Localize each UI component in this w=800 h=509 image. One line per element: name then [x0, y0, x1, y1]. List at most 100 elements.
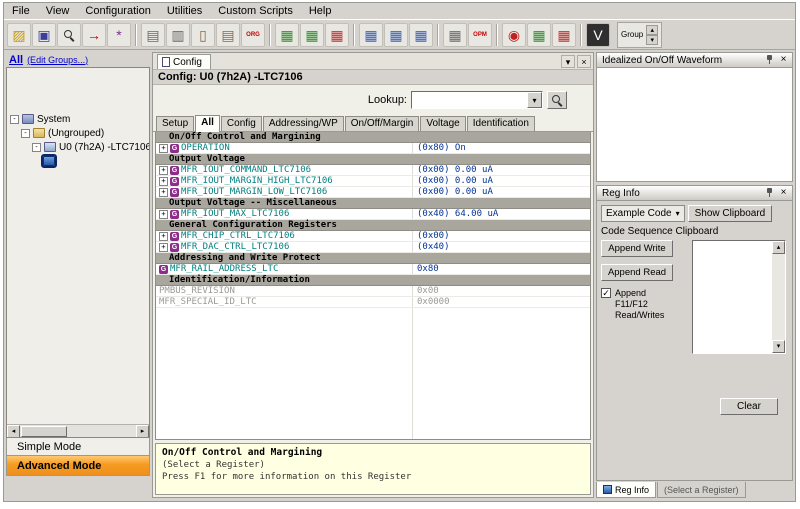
- pin-icon[interactable]: [765, 187, 774, 199]
- scroll-left-icon[interactable]: ◂: [7, 425, 20, 438]
- register-row-operation[interactable]: +GOPERATION(0x80) On: [156, 143, 590, 154]
- lookup-dropdown-icon[interactable]: ▾: [527, 92, 542, 108]
- clear-button[interactable]: Clear: [720, 398, 778, 415]
- expand-icon[interactable]: +: [159, 232, 168, 241]
- tab-setup[interactable]: Setup: [156, 116, 194, 131]
- code-sequence-listbox[interactable]: ▴ ▾: [692, 240, 786, 354]
- copy-icon[interactable]: ▥: [166, 23, 190, 47]
- expand-icon[interactable]: +: [159, 177, 168, 186]
- clipboard-icon[interactable]: ▤: [216, 23, 240, 47]
- tree-expander-icon[interactable]: -: [21, 129, 30, 138]
- register-row-mfr-iout-margin-low-ltc7106[interactable]: +GMFR_IOUT_MARGIN_LOW_LTC7106(0x00) 0.00…: [156, 187, 590, 198]
- vertical-logo-icon[interactable]: V: [586, 23, 610, 47]
- append-f-checkbox[interactable]: ✓: [601, 288, 611, 298]
- tree-node-system[interactable]: -System: [7, 112, 149, 126]
- import-icon[interactable]: →: [82, 23, 106, 47]
- append-write-button[interactable]: Append Write: [601, 240, 673, 257]
- tab-config-document[interactable]: Config: [157, 54, 211, 69]
- opm-icon[interactable]: OPM: [468, 23, 492, 47]
- tree-node-ungrouped[interactable]: -(Ungrouped): [7, 126, 149, 140]
- spin-up-icon[interactable]: ▴: [646, 25, 658, 35]
- register-row-mfr-iout-max-ltc7106[interactable]: +GMFR_IOUT_MAX_LTC7106(0x40) 64.00 uA: [156, 209, 590, 220]
- close-icon[interactable]: ×: [778, 54, 789, 66]
- section-header-output-voltage-miscellaneous[interactable]: Output Voltage -- Miscellaneous: [156, 198, 590, 209]
- menu-file[interactable]: File: [4, 4, 38, 18]
- expand-icon[interactable]: +: [159, 144, 168, 153]
- save-file-icon[interactable]: ▣: [32, 23, 56, 47]
- section-header-on-off-control-and-margining[interactable]: On/Off Control and Margining: [156, 132, 590, 143]
- menu-configuration[interactable]: Configuration: [77, 4, 158, 18]
- lookup-combobox[interactable]: ▾: [411, 91, 543, 109]
- pc-to-ram-icon[interactable]: ▦: [359, 23, 383, 47]
- group-spinner[interactable]: Group▴▾: [617, 22, 662, 48]
- tab-all[interactable]: All: [195, 115, 220, 132]
- register-row-mfr-special-id-ltc[interactable]: MFR_SPECIAL_ID_LTC0x0000: [156, 297, 590, 308]
- expand-icon[interactable]: +: [159, 166, 168, 175]
- tab-addressing-wp[interactable]: Addressing/WP: [263, 116, 344, 131]
- tree-horizontal-scrollbar[interactable]: ◂ ▸: [7, 424, 149, 437]
- scroll-up-icon[interactable]: ▴: [772, 241, 785, 254]
- telemetry-clock-icon[interactable]: ◉: [502, 23, 526, 47]
- listbox-scrollbar[interactable]: ▴ ▾: [772, 241, 785, 353]
- register-row-mfr-iout-margin-high-ltc7106[interactable]: +GMFR_IOUT_MARGIN_HIGH_LTC7106(0x00) 0.0…: [156, 176, 590, 187]
- dock-tab-reg-info[interactable]: Reg Info: [596, 482, 656, 498]
- open-file-icon[interactable]: ▨: [7, 23, 31, 47]
- system-tree[interactable]: -System-(Ungrouped)-U0 (7h2A) -LTC7106 ◂…: [6, 67, 150, 438]
- expand-icon[interactable]: +: [159, 210, 168, 219]
- section-header-addressing-and-write-protect[interactable]: Addressing and Write Protect: [156, 253, 590, 264]
- notes-icon[interactable]: ▤: [141, 23, 165, 47]
- menu-view[interactable]: View: [38, 4, 78, 18]
- simple-mode-button[interactable]: Simple Mode: [6, 438, 150, 456]
- menu-custom-scripts[interactable]: Custom Scripts: [210, 4, 301, 18]
- example-code-dropdown[interactable]: Example Code ▾: [601, 205, 685, 222]
- tab-identification[interactable]: Identification: [467, 116, 535, 131]
- expand-icon[interactable]: +: [159, 243, 168, 252]
- advanced-mode-button[interactable]: Advanced Mode: [6, 456, 150, 476]
- register-row-pmbus-revision[interactable]: PMBUS_REVISION0x00: [156, 286, 590, 297]
- spin-down-icon[interactable]: ▾: [646, 35, 658, 45]
- tree-expander-icon[interactable]: -: [32, 143, 41, 152]
- find-register-icon[interactable]: [57, 23, 81, 47]
- scroll-down-icon[interactable]: ▾: [772, 340, 785, 353]
- tree-expander-icon[interactable]: -: [10, 115, 19, 124]
- menu-help[interactable]: Help: [301, 4, 340, 18]
- group-all-label[interactable]: All: [9, 54, 23, 66]
- section-header-general-configuration-registers[interactable]: General Configuration Registers: [156, 220, 590, 231]
- scroll-thumb[interactable]: [21, 426, 67, 437]
- register-row-mfr-dac-ctrl-ltc7106[interactable]: +GMFR_DAC_CTRL_LTC7106(0x40): [156, 242, 590, 253]
- close-icon[interactable]: ×: [778, 187, 789, 199]
- register-row-mfr-iout-command-ltc7106[interactable]: +GMFR_IOUT_COMMAND_LTC7106(0x00) 0.00 uA: [156, 165, 590, 176]
- expand-icon[interactable]: +: [159, 188, 168, 197]
- document-menu-icon[interactable]: ▾: [561, 55, 575, 68]
- register-row-mfr-rail-address-ltc[interactable]: GMFR_RAIL_ADDRESS_LTC0x80: [156, 264, 590, 275]
- pin-icon[interactable]: [765, 54, 774, 66]
- tree-node-u0-7h2a-ltc7106[interactable]: -U0 (7h2A) -LTC7106: [7, 140, 149, 154]
- ram-read-icon[interactable]: ▦: [300, 23, 324, 47]
- org-icon[interactable]: ORG: [241, 23, 265, 47]
- paste-icon[interactable]: ▯: [191, 23, 215, 47]
- show-clipboard-button[interactable]: Show Clipboard: [688, 205, 773, 222]
- nvm-write-icon[interactable]: ▦: [443, 23, 467, 47]
- tab-on-off-margin[interactable]: On/Off/Margin: [345, 116, 420, 131]
- append-read-button[interactable]: Append Read: [601, 264, 673, 281]
- fault-chip-icon[interactable]: ▦: [552, 23, 576, 47]
- tree-node-item[interactable]: [7, 154, 149, 168]
- section-header-identification-information[interactable]: Identification/Information: [156, 275, 590, 286]
- register-grid[interactable]: On/Off Control and Margining+GOPERATION(…: [155, 132, 591, 440]
- ram-sync-icon[interactable]: ▦: [409, 23, 433, 47]
- document-close-icon[interactable]: ×: [577, 55, 591, 68]
- menu-utilities[interactable]: Utilities: [159, 4, 210, 18]
- lookup-search-button[interactable]: [547, 91, 567, 109]
- scan-chip-icon[interactable]: ▦: [527, 23, 551, 47]
- ram-clear-icon[interactable]: ▦: [325, 23, 349, 47]
- magic-wand-icon[interactable]: *: [107, 23, 131, 47]
- edit-groups-link[interactable]: (Edit Groups...): [27, 55, 88, 65]
- dock-tab-select-a-register[interactable]: (Select a Register): [657, 482, 746, 498]
- ram-to-pc-icon[interactable]: ▦: [384, 23, 408, 47]
- scroll-right-icon[interactable]: ▸: [136, 425, 149, 438]
- register-row-mfr-chip-ctrl-ltc7106[interactable]: +GMFR_CHIP_CTRL_LTC7106(0x00): [156, 231, 590, 242]
- tab-voltage[interactable]: Voltage: [420, 116, 465, 131]
- ram-write-icon[interactable]: ▦: [275, 23, 299, 47]
- tab-config[interactable]: Config: [221, 116, 262, 131]
- section-header-output-voltage[interactable]: Output Voltage: [156, 154, 590, 165]
